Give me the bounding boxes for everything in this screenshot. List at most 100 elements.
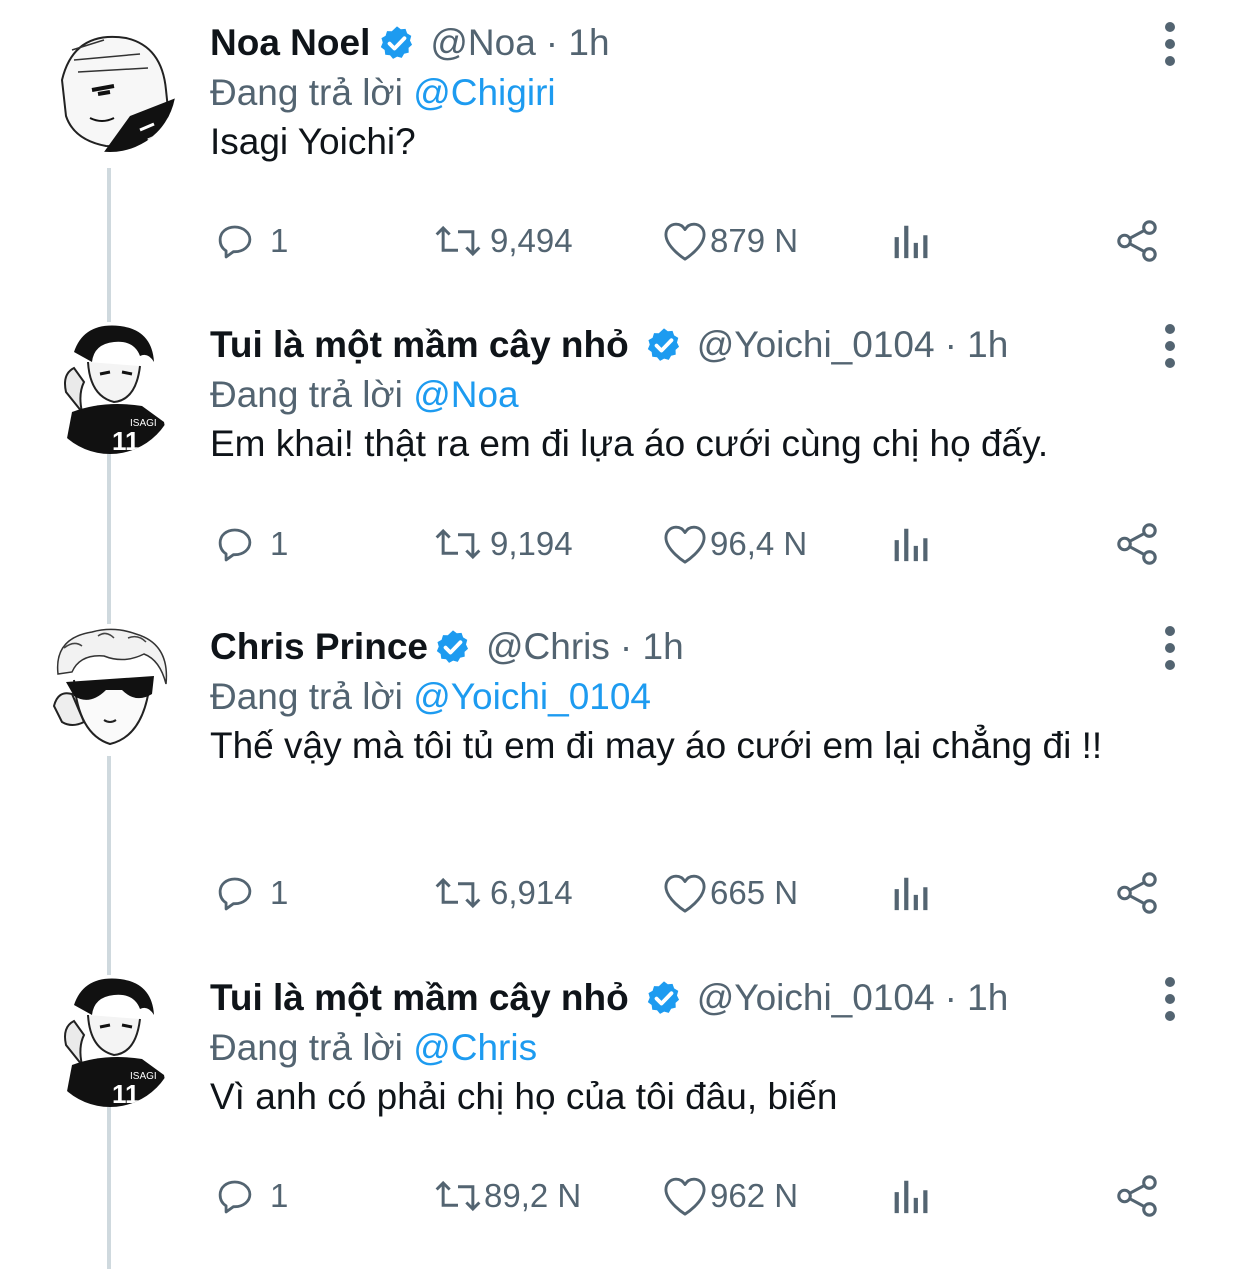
retweet-count: 6,914 <box>490 874 573 911</box>
tweet-time: · 1h <box>944 324 1009 365</box>
retweet-icon <box>435 528 481 560</box>
reply-button[interactable]: 1 <box>214 215 288 267</box>
like-button[interactable]: 962 N <box>662 1170 798 1222</box>
reply-count: 1 <box>270 874 289 911</box>
retweet-count: 89,2 N <box>484 1177 582 1214</box>
author-handle[interactable]: @Yoichi_0104 <box>697 977 935 1019</box>
avatar-image: ISAGI 11 <box>44 322 176 454</box>
tweet-header: Tui là một mầm cây nhỏ @Yoichi_0104 · 1h <box>210 320 1008 370</box>
tweet-actions: 1 9,194 96,4 N <box>210 518 1170 570</box>
heart-icon <box>664 874 706 913</box>
retweet-button[interactable]: 6,914 <box>432 867 573 919</box>
avatar[interactable]: ISAGI 11 <box>44 322 176 454</box>
tweet-actions: 1 9,494 879 N <box>210 215 1170 267</box>
retweet-button[interactable]: 89,2 N <box>432 1170 581 1222</box>
reply-button[interactable]: 1 <box>214 518 288 570</box>
author-name[interactable]: Tui là một mầm cây nhỏ <box>210 977 629 1019</box>
avatar[interactable] <box>44 20 176 152</box>
share-button[interactable] <box>1113 867 1161 919</box>
verified-badge-icon <box>378 24 416 62</box>
tweet-header: Chris Prince @Chris · 1h <box>210 622 684 672</box>
retweet-count: 9,494 <box>490 222 573 259</box>
retweet-button[interactable]: 9,494 <box>432 215 573 267</box>
reply-mention-link[interactable]: @Yoichi_0104 <box>413 676 651 717</box>
avatar[interactable]: ISAGI 11 <box>44 975 176 1107</box>
heart-icon <box>664 1177 706 1216</box>
avatar-image: ISAGI 11 <box>44 975 176 1107</box>
like-button[interactable]: 665 N <box>662 867 798 919</box>
share-button[interactable] <box>1113 1170 1161 1222</box>
replying-to-label: Đang trả lời <box>210 72 403 113</box>
author-handle[interactable]: @Yoichi_0104 <box>697 324 935 366</box>
share-button[interactable] <box>1113 518 1161 570</box>
reply-mention-link[interactable]: @Noa <box>413 374 518 415</box>
tweet[interactable]: Noa Noel @Noa · 1h Đang trả lời @Chigiri… <box>0 18 1234 288</box>
reply-button[interactable]: 1 <box>214 867 288 919</box>
more-options-icon[interactable] <box>1150 20 1190 68</box>
more-options-icon[interactable] <box>1150 975 1190 1023</box>
like-count: 665 N <box>710 874 799 911</box>
bar-chart-icon <box>894 528 928 562</box>
author-handle[interactable]: @Chris <box>486 626 610 668</box>
replying-to: Đang trả lời @Chris <box>210 1023 537 1073</box>
reply-mention-link[interactable]: @Chigiri <box>413 72 555 113</box>
retweet-icon <box>435 225 481 257</box>
reply-button[interactable]: 1 <box>214 1170 288 1222</box>
verified-badge-icon <box>645 979 683 1017</box>
bar-chart-icon <box>894 225 928 259</box>
tweet[interactable]: ISAGI 11 Tui là một mầm cây nhỏ @Yoichi_… <box>0 320 1234 590</box>
author-name[interactable]: Chris Prince <box>210 626 428 668</box>
author-handle[interactable]: @Noa <box>430 22 535 64</box>
replying-to-label: Đang trả lời <box>210 676 403 717</box>
heart-icon <box>664 222 706 261</box>
views-button[interactable] <box>890 1170 934 1222</box>
tweet-actions: 1 6,914 665 N <box>210 867 1170 919</box>
share-button[interactable] <box>1113 215 1161 267</box>
retweet-icon <box>435 1180 481 1212</box>
reply-icon <box>218 877 252 911</box>
reply-icon <box>218 528 252 562</box>
reply-icon <box>218 1180 252 1214</box>
author-name[interactable]: Tui là một mầm cây nhỏ <box>210 324 629 366</box>
replying-to-label: Đang trả lời <box>210 1027 403 1068</box>
tweet[interactable]: ISAGI 11 Tui là một mầm cây nhỏ @Yoichi_… <box>0 973 1234 1243</box>
tweet-text: Thế vậy mà tôi tủ em đi may áo cưới em l… <box>210 725 1103 766</box>
tweet-header: Noa Noel @Noa · 1h <box>210 18 610 68</box>
views-button[interactable] <box>890 518 934 570</box>
tweet[interactable]: Chris Prince @Chris · 1h Đang trả lời @Y… <box>0 622 1234 942</box>
retweet-count: 9,194 <box>490 525 573 562</box>
share-icon <box>1117 872 1157 914</box>
avatar[interactable] <box>44 624 176 756</box>
tweet-text: Isagi Yoichi? <box>210 121 416 162</box>
reply-icon <box>218 225 252 259</box>
reply-mention-link[interactable]: @Chris <box>413 1027 537 1068</box>
avatar-image <box>44 20 176 152</box>
like-button[interactable]: 96,4 N <box>662 518 807 570</box>
tweet-time: · 1h <box>944 977 1009 1018</box>
avatar-image <box>44 624 176 756</box>
bar-chart-icon <box>894 877 928 911</box>
reply-count: 1 <box>270 1177 289 1214</box>
svg-text:11: 11 <box>112 426 140 454</box>
like-count: 96,4 N <box>710 525 808 562</box>
tweet-header: Tui là một mầm cây nhỏ @Yoichi_0104 · 1h <box>210 973 1008 1023</box>
share-icon <box>1117 220 1157 262</box>
tweet-time: · 1h <box>545 22 610 63</box>
replying-to-label: Đang trả lời <box>210 374 403 415</box>
heart-icon <box>664 525 706 564</box>
views-button[interactable] <box>890 215 934 267</box>
like-button[interactable]: 879 N <box>662 215 798 267</box>
tweet-actions: 1 89,2 N 962 N <box>210 1170 1170 1222</box>
replying-to: Đang trả lời @Chigiri <box>210 68 556 118</box>
reply-count: 1 <box>270 525 289 562</box>
replying-to: Đang trả lời @Yoichi_0104 <box>210 672 651 722</box>
verified-badge-icon <box>645 326 683 364</box>
author-name[interactable]: Noa Noel <box>210 22 370 64</box>
verified-badge-icon <box>434 628 472 666</box>
more-options-icon[interactable] <box>1150 322 1190 370</box>
reply-count: 1 <box>270 222 289 259</box>
more-options-icon[interactable] <box>1150 624 1190 672</box>
views-button[interactable] <box>890 867 934 919</box>
retweet-button[interactable]: 9,194 <box>432 518 573 570</box>
tweet-text: Vì anh có phải chị họ của tôi đâu, biến <box>210 1076 838 1117</box>
